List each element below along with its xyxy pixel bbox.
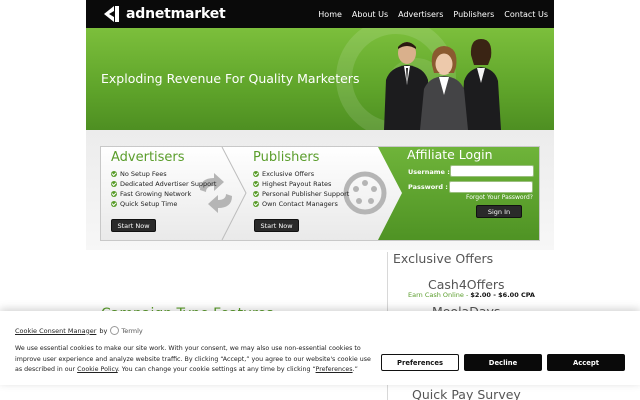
offer-description: Earn Cash Online - $2.00 - $6.00 CPA — [408, 291, 535, 299]
termly-icon — [110, 326, 120, 335]
publishers-start-now-button[interactable]: Start Now — [254, 219, 299, 232]
cookie-text-part: . You can change your cookie settings at… — [117, 366, 316, 373]
check-icon — [253, 191, 259, 197]
hero-banner: Exploding Revenue For Quality Marketers — [86, 28, 554, 130]
username-label: Username : — [408, 168, 450, 176]
top-nav-bar: adnetmarket Home About Us Advertisers Pu… — [86, 0, 554, 28]
sign-in-button[interactable]: Sign In — [476, 205, 522, 218]
check-icon — [111, 201, 117, 207]
offer-name[interactable]: Cash4Offers — [428, 277, 505, 292]
logo-icon — [104, 6, 119, 22]
exclusive-offers-title: Exclusive Offers — [393, 251, 494, 266]
feature-text: Fast Growing Network — [120, 190, 192, 198]
feature-text: Own Contact Managers — [262, 200, 338, 208]
check-icon — [111, 171, 117, 177]
cookie-consent-header: Cookie Consent Manager by Termly — [15, 326, 143, 335]
list-item: Exclusive Offers — [253, 169, 349, 179]
nav-home[interactable]: Home — [318, 10, 342, 19]
affiliate-login-title: Affiliate Login — [407, 147, 493, 162]
cookie-policy-link[interactable]: Cookie Policy — [77, 366, 118, 373]
termly-brand: Termly — [121, 326, 143, 335]
username-input[interactable] — [450, 165, 534, 177]
cookie-consent-banner: Cookie Consent Manager by Termly We use … — [0, 311, 640, 385]
list-item: Own Contact Managers — [253, 199, 349, 209]
cookie-consent-title[interactable]: Cookie Consent Manager — [15, 327, 96, 335]
list-item: Fast Growing Network — [111, 189, 216, 199]
feature-text: Dedicated Advertiser Support — [120, 180, 217, 188]
offer-desc-text: Earn Cash Online - — [408, 291, 471, 299]
list-item: Quick Setup Time — [111, 199, 216, 209]
banner-headline: Exploding Revenue For Quality Marketers — [101, 71, 360, 86]
feature-text: Personal Publisher Support — [262, 190, 350, 198]
list-item: No Setup Fees — [111, 169, 216, 179]
password-label: Password : — [408, 183, 448, 191]
nav-advertisers[interactable]: Advertisers — [398, 10, 443, 19]
check-icon — [111, 181, 117, 187]
check-icon — [253, 201, 259, 207]
offer-name[interactable]: Quick Pay Survey — [412, 387, 521, 400]
decline-button[interactable]: Decline — [464, 354, 542, 371]
logo[interactable]: adnetmarket — [102, 4, 226, 24]
feature-text: Exclusive Offers — [262, 170, 315, 178]
feature-text: No Setup Fees — [120, 170, 167, 178]
list-item: Dedicated Advertiser Support — [111, 179, 216, 189]
business-people-photo — [384, 39, 501, 130]
check-icon — [111, 191, 117, 197]
advertisers-start-now-button[interactable]: Start Now — [111, 219, 156, 232]
feature-text: Highest Payout Rates — [262, 180, 332, 188]
password-input[interactable] — [449, 181, 533, 193]
cookie-text-part: .” — [352, 366, 358, 373]
signup-panel: Advertisers No Setup Fees Dedicated Adve… — [100, 146, 540, 241]
logo-text: adnetmarket — [126, 6, 226, 22]
check-icon — [253, 171, 259, 177]
nav-about-us[interactable]: About Us — [352, 10, 388, 19]
nav-publishers[interactable]: Publishers — [453, 10, 494, 19]
main-nav: Home About Us Advertisers Publishers Con… — [308, 0, 548, 28]
publishers-features: Exclusive Offers Highest Payout Rates Pe… — [253, 169, 349, 209]
preferences-button[interactable]: Preferences — [381, 354, 459, 371]
preferences-link[interactable]: Preferences — [316, 366, 353, 373]
cookie-consent-text: We use essential cookies to make our sit… — [15, 344, 375, 376]
feature-text: Quick Setup Time — [120, 200, 178, 208]
check-icon — [253, 181, 259, 187]
offer-payout: $2.00 - $6.00 CPA — [470, 291, 535, 299]
nav-contact-us[interactable]: Contact Us — [504, 10, 548, 19]
termly-logo: Termly — [110, 326, 143, 335]
advertisers-title: Advertisers — [111, 150, 185, 165]
advertisers-features: No Setup Fees Dedicated Advertiser Suppo… — [111, 169, 216, 209]
forgot-password-link[interactable]: Forgot Your Password? — [466, 194, 533, 201]
list-item: Personal Publisher Support — [253, 189, 349, 199]
list-item: Highest Payout Rates — [253, 179, 349, 189]
accept-button[interactable]: Accept — [547, 354, 625, 371]
by-text: by — [99, 326, 108, 335]
publishers-title: Publishers — [253, 150, 320, 165]
